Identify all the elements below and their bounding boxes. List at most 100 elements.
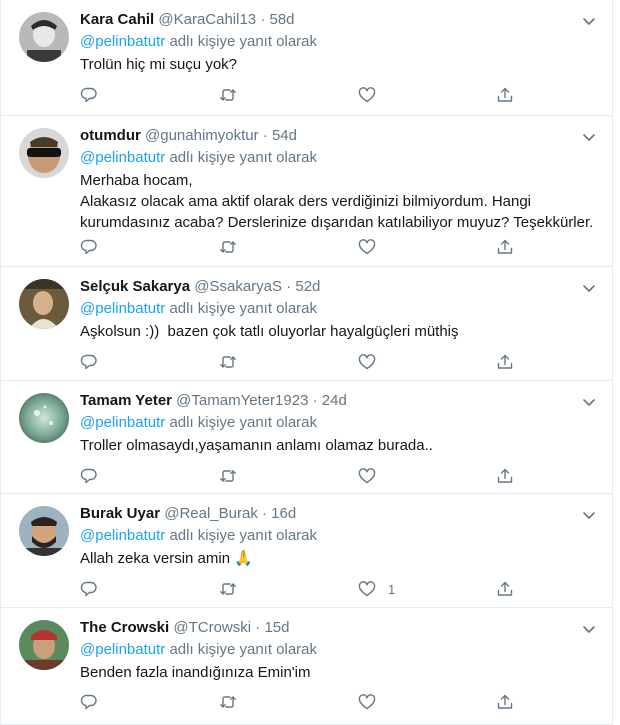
chevron-down-icon[interactable] [582, 508, 596, 522]
reply-button[interactable] [80, 465, 98, 487]
heart-icon [358, 468, 376, 484]
share-icon [497, 239, 513, 254]
display-name[interactable]: Kara Cahil [80, 11, 154, 28]
retweet-button[interactable] [219, 465, 237, 487]
user-handle[interactable]: @TCrowski [173, 619, 251, 636]
tweet-actions [80, 351, 520, 373]
avatar[interactable] [19, 12, 69, 62]
chevron-down-icon[interactable] [582, 281, 596, 295]
chevron-down-icon[interactable] [582, 622, 596, 636]
share-icon [497, 87, 513, 102]
avatar[interactable] [19, 279, 69, 329]
retweet-icon [220, 696, 236, 708]
display-name[interactable]: Burak Uyar [80, 505, 160, 522]
display-name[interactable]: The Crowski [80, 619, 169, 636]
reply-button[interactable] [80, 578, 98, 600]
share-button[interactable] [496, 351, 514, 373]
retweet-button[interactable] [219, 578, 237, 600]
like-button[interactable] [358, 691, 388, 713]
display-name[interactable]: Selçuk Sakarya [80, 278, 190, 295]
share-icon [497, 694, 513, 709]
mention-link[interactable]: @pelinbatutr [80, 300, 165, 317]
user-handle[interactable]: @Real_Burak [164, 505, 258, 522]
retweet-icon [220, 89, 236, 101]
reply-button[interactable] [80, 236, 98, 258]
retweet-button[interactable] [219, 236, 237, 258]
tweet-text: Benden fazla inandığınıza Emin'im [80, 664, 311, 681]
avatar[interactable] [19, 620, 69, 670]
heart-icon [358, 581, 376, 597]
timestamp[interactable]: 58d [270, 11, 295, 28]
user-handle[interactable]: @SsakaryaS [194, 278, 282, 295]
tweet-text: Allah zeka versin amin 🙏 [80, 550, 253, 567]
share-icon [497, 354, 513, 369]
chevron-down-icon[interactable] [582, 395, 596, 409]
tweet-text: Merhaba hocam, Alakasız olacak ama aktif… [80, 172, 594, 231]
mention-link[interactable]: @pelinbatutr [80, 527, 165, 544]
reply-icon [80, 694, 97, 710]
reply-context: @pelinbatutr adlı kişiye yanıt olarak [80, 32, 594, 52]
retweet-icon [220, 241, 236, 253]
tweet-actions [80, 236, 520, 258]
tweet[interactable]: otumdur @gunahimyoktur · 54d @pelinbatut… [1, 116, 612, 267]
mention-link[interactable]: @pelinbatutr [80, 33, 165, 50]
tweet[interactable]: Tamam Yeter @TamamYeter1923 · 24d @pelin… [1, 381, 612, 494]
avatar[interactable] [19, 506, 69, 556]
separator-dot: · [262, 127, 268, 144]
like-button[interactable] [358, 236, 388, 258]
retweet-button[interactable] [219, 84, 237, 106]
mention-link[interactable]: @pelinbatutr [80, 149, 165, 166]
timestamp[interactable]: 15d [264, 619, 289, 636]
share-button[interactable] [496, 236, 514, 258]
mention-link[interactable]: @pelinbatutr [80, 641, 165, 658]
separator-dot: · [312, 392, 318, 409]
tweet[interactable]: Burak Uyar @Real_Burak · 16d @pelinbatut… [1, 494, 612, 608]
reply-icon [80, 87, 97, 103]
user-handle[interactable]: @KaraCahil13 [158, 11, 256, 28]
tweet[interactable]: The Crowski @TCrowski · 15d @pelinbatutr… [1, 608, 612, 725]
reply-context: @pelinbatutr adlı kişiye yanıt olarak [80, 148, 594, 168]
avatar[interactable] [19, 393, 69, 443]
tweet-actions [80, 465, 520, 487]
share-button[interactable] [496, 84, 514, 106]
share-button[interactable] [496, 465, 514, 487]
chevron-down-icon[interactable] [582, 14, 596, 28]
tweet-text: Trolün hiç mi suçu yok? [80, 56, 238, 73]
tweet-text: Troller olmasaydı,yaşamanın anlamı olama… [80, 437, 433, 454]
like-button[interactable] [358, 84, 388, 106]
share-button[interactable] [496, 578, 514, 600]
timestamp[interactable]: 54d [272, 127, 297, 144]
tweet[interactable]: Kara Cahil @KaraCahil13 · 58d @pelinbatu… [1, 0, 612, 116]
avatar[interactable] [19, 128, 69, 178]
share-button[interactable] [496, 691, 514, 713]
mention-link[interactable]: @pelinbatutr [80, 414, 165, 431]
heart-icon [358, 354, 376, 370]
retweet-icon [220, 470, 236, 482]
display-name[interactable]: otumdur [80, 127, 141, 144]
like-button[interactable] [358, 465, 388, 487]
user-handle[interactable]: @gunahimyoktur [145, 127, 259, 144]
tweet-actions [80, 691, 520, 713]
reply-context: @pelinbatutr adlı kişiye yanıt olarak [80, 526, 594, 546]
reply-button[interactable] [80, 351, 98, 373]
like-button[interactable]: 1 [358, 578, 395, 600]
retweet-button[interactable] [219, 691, 237, 713]
reply-prefix: adlı kişiye yanıt olarak [169, 527, 318, 544]
heart-icon [358, 694, 376, 710]
retweet-button[interactable] [219, 351, 237, 373]
timestamp[interactable]: 16d [271, 505, 296, 522]
timestamp[interactable]: 52d [295, 278, 320, 295]
timestamp[interactable]: 24d [322, 392, 347, 409]
separator-dot: · [255, 619, 261, 636]
reply-icon [80, 468, 97, 484]
reply-button[interactable] [80, 84, 98, 106]
separator-dot: · [286, 278, 292, 295]
chevron-down-icon[interactable] [582, 130, 596, 144]
display-name[interactable]: Tamam Yeter [80, 392, 172, 409]
reply-context: @pelinbatutr adlı kişiye yanıt olarak [80, 640, 594, 660]
user-handle[interactable]: @TamamYeter1923 [176, 392, 308, 409]
reply-button[interactable] [80, 691, 98, 713]
like-button[interactable] [358, 351, 388, 373]
tweet[interactable]: Selçuk Sakarya @SsakaryaS · 52d @pelinba… [1, 267, 612, 381]
reply-context: @pelinbatutr adlı kişiye yanıt olarak [80, 413, 594, 433]
